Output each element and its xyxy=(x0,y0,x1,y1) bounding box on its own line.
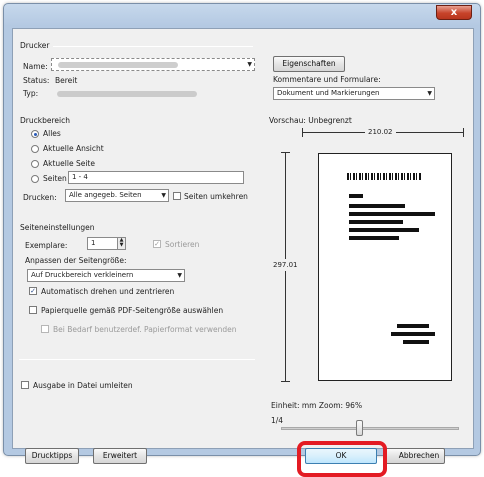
page-scaling-label: Anpassen der Seitengröße: xyxy=(25,256,127,265)
chevron-down-icon: ▼ xyxy=(177,272,182,279)
radio-all[interactable] xyxy=(31,130,39,138)
print-tips-button[interactable]: Drucktipps xyxy=(25,448,79,464)
preview-text-line xyxy=(397,324,429,328)
properties-button[interactable]: Eigenschaften xyxy=(273,56,345,72)
comments-forms-label: Kommentare und Formulare: xyxy=(273,75,381,84)
dialog-client-area: Drucker Name: ▼ Status: Bereit Typ: Eige… xyxy=(12,28,474,477)
ok-button-highlight xyxy=(297,441,387,477)
radio-current-view-label: Aktuelle Ansicht xyxy=(43,144,104,153)
print-to-file-label: Ausgabe in Datei umleiten xyxy=(33,381,133,390)
type-label: Typ: xyxy=(23,89,39,98)
height-dimension-tick-top xyxy=(281,152,290,153)
page-scaling-select[interactable]: Auf Druckbereich verkleinern ▼ xyxy=(27,269,185,282)
preview-text-line xyxy=(349,228,419,232)
stepper-down-icon: ▼ xyxy=(119,242,124,248)
preview-text-line xyxy=(349,236,399,240)
comments-forms-value: Dokument und Markierungen xyxy=(277,89,380,97)
status-label: Status: xyxy=(23,76,50,85)
output-divider xyxy=(19,359,255,360)
auto-rotate-label: Automatisch drehen und zentrieren xyxy=(41,287,175,296)
collate-checkbox[interactable]: ✓ xyxy=(153,240,161,248)
type-value xyxy=(57,91,197,97)
paper-source-checkbox[interactable] xyxy=(29,306,37,314)
close-button[interactable]: x xyxy=(436,5,472,20)
chevron-down-icon: ▼ xyxy=(161,192,166,199)
print-range-title: Druckbereich xyxy=(20,116,70,125)
print-dialog-window: x Drucker Name: ▼ Status: Bereit Typ: Ei… xyxy=(3,3,481,477)
chevron-down-icon: ▼ xyxy=(247,61,252,68)
units-zoom-text: Einheit: mm Zoom: 96% xyxy=(271,401,363,410)
chevron-down-icon: ▼ xyxy=(427,90,432,97)
page-settings-title: Seiteneinstellungen xyxy=(20,223,95,232)
close-icon: x xyxy=(450,7,458,18)
print-subset-select[interactable]: Alle angegeb. Seiten ▼ xyxy=(65,189,169,202)
copies-stepper[interactable]: ▲ ▼ xyxy=(117,237,126,250)
height-dimension-value: 297.01 xyxy=(273,259,298,271)
barcode-graphic xyxy=(347,173,421,180)
preview-text-line xyxy=(349,204,405,208)
preview-text-line xyxy=(349,194,363,198)
radio-pages[interactable] xyxy=(31,175,39,183)
comments-forms-select[interactable]: Dokument und Markierungen ▼ xyxy=(273,87,435,100)
preview-text-line xyxy=(403,340,429,344)
custom-paper-label: Bei Bedarf benutzerdef. Papierformat ver… xyxy=(53,325,237,334)
print-subset-value: Alle angegeb. Seiten xyxy=(69,191,142,199)
print-subset-label: Drucken: xyxy=(23,193,57,202)
preview-title: Vorschau: Unbegrenzt xyxy=(269,116,352,125)
print-to-file-checkbox[interactable] xyxy=(21,381,29,389)
cancel-button[interactable]: Abbrechen xyxy=(385,448,445,464)
width-dimension-value: 210.02 xyxy=(365,128,396,136)
printer-group-title: Drucker xyxy=(20,41,50,50)
radio-all-label: Alles xyxy=(43,129,61,138)
paper-source-label: Papierquelle gemäß PDF-Seitengröße auswä… xyxy=(41,306,224,315)
page-slider-thumb[interactable] xyxy=(356,420,364,436)
preview-text-line xyxy=(349,220,403,224)
height-dimension-tick-bottom xyxy=(281,381,290,382)
radio-pages-label: Seiten xyxy=(43,174,67,183)
copies-label: Exemplare: xyxy=(25,241,68,250)
radio-current-page[interactable] xyxy=(31,160,39,168)
custom-paper-checkbox[interactable] xyxy=(41,325,49,333)
page-preview xyxy=(318,153,452,381)
printer-name-select[interactable]: ▼ xyxy=(51,58,255,71)
auto-rotate-checkbox[interactable]: ✓ xyxy=(29,287,37,295)
preview-text-line xyxy=(391,332,435,336)
collate-label: Sortieren xyxy=(165,240,200,249)
status-value: Bereit xyxy=(55,76,78,85)
printer-group-divider xyxy=(53,46,253,47)
width-dimension-tick-left xyxy=(302,128,303,137)
reverse-pages-checkbox[interactable] xyxy=(173,192,181,200)
width-dimension-tick-right xyxy=(463,128,464,137)
page-scaling-value: Auf Druckbereich verkleinern xyxy=(31,271,134,279)
radio-current-page-label: Aktuelle Seite xyxy=(43,159,95,168)
pages-input[interactable]: 1 - 4 xyxy=(68,171,244,184)
preview-text-line xyxy=(349,212,435,216)
radio-current-view[interactable] xyxy=(31,145,39,153)
advanced-button[interactable]: Erweitert xyxy=(93,448,147,464)
printer-name-value xyxy=(58,62,178,68)
printer-name-label: Name: xyxy=(23,62,48,71)
copies-value: 1 xyxy=(91,239,96,247)
reverse-pages-label: Seiten umkehren xyxy=(184,192,248,201)
page-indicator: 1/4 xyxy=(271,416,284,425)
page-slider-track[interactable] xyxy=(281,427,459,430)
